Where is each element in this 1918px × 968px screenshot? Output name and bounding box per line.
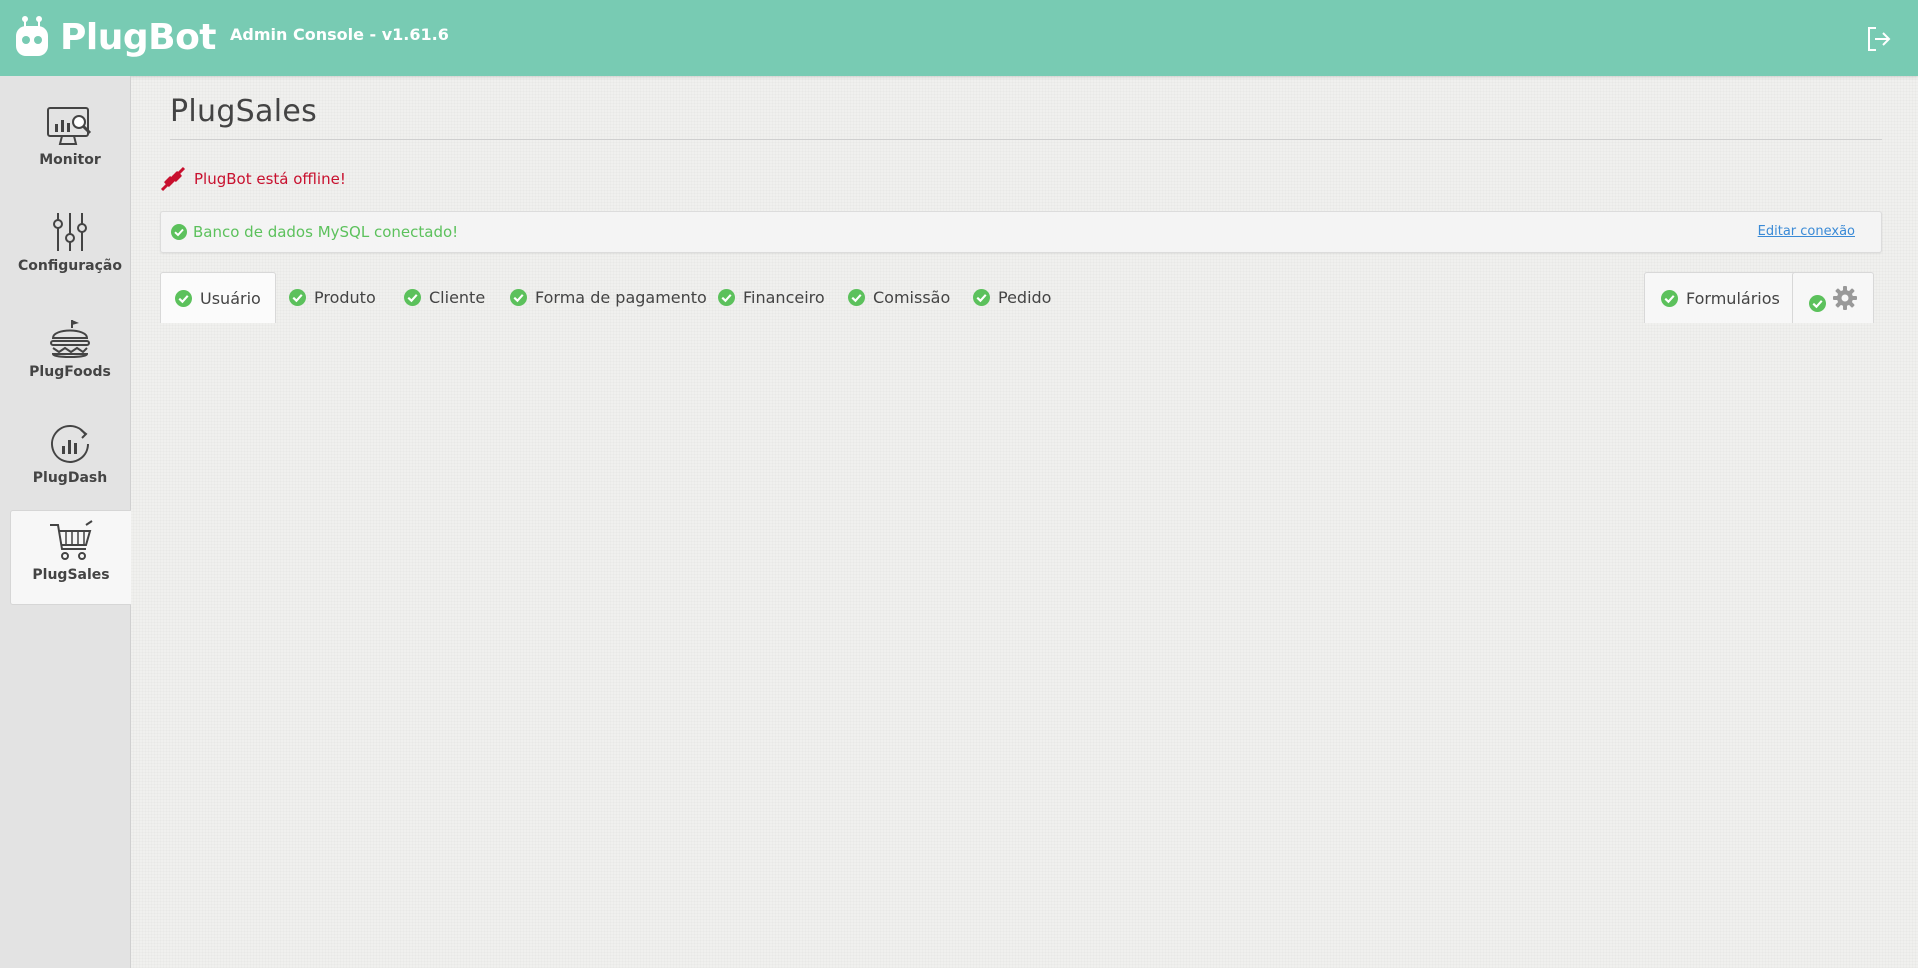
check-circle-icon — [510, 288, 527, 306]
sidebar-item-label: PlugSales — [32, 567, 110, 583]
tab-label: Formulários — [1686, 288, 1780, 308]
tab-cliente[interactable]: Cliente — [404, 272, 485, 322]
tab-label: Forma de pagamento — [535, 287, 707, 307]
sidebar-item-plugfoods[interactable]: PlugFoods — [10, 308, 130, 401]
gear-icon — [1833, 286, 1857, 310]
sidebar-item-monitor[interactable]: Monitor — [10, 96, 130, 189]
sidebar-item-plugdash[interactable]: PlugDash — [10, 414, 130, 507]
tab-formularios[interactable]: Formulários — [1644, 272, 1797, 323]
tab-label: Produto — [314, 287, 376, 307]
check-circle-icon — [175, 289, 192, 307]
monitor-icon — [47, 107, 92, 145]
check-circle-icon — [171, 224, 187, 240]
tab-forma-de-pagamento[interactable]: Forma de pagamento — [510, 272, 707, 322]
check-circle-icon — [973, 288, 990, 306]
logout-icon[interactable] — [1864, 24, 1894, 54]
check-circle-icon — [1809, 294, 1826, 312]
tab-pedido[interactable]: Pedido — [973, 272, 1051, 322]
check-circle-icon — [848, 288, 865, 306]
tab-label: Comissão — [873, 287, 951, 307]
tab-produto[interactable]: Produto — [289, 272, 376, 322]
tab-bar: Usuário Produto Cliente Forma de pagamen… — [160, 272, 1880, 324]
tab-usuario[interactable]: Usuário — [160, 272, 276, 323]
check-circle-icon — [404, 288, 421, 306]
db-status-text: Banco de dados MySQL conectado! — [193, 223, 459, 241]
tab-financeiro[interactable]: Financeiro — [718, 272, 825, 322]
burger-icon — [50, 320, 90, 358]
check-circle-icon — [718, 288, 735, 306]
tab-label: Pedido — [998, 287, 1052, 307]
edit-connection-link[interactable]: Editar conexão — [1758, 224, 1855, 239]
tab-label: Financeiro — [743, 287, 825, 307]
tab-settings[interactable] — [1792, 272, 1874, 323]
offline-message: PlugBot está offline! — [194, 170, 346, 188]
brand[interactable]: PlugBot — [14, 14, 217, 60]
page-title: PlugSales — [170, 94, 318, 129]
robot-logo-icon — [16, 16, 48, 56]
tab-comissao[interactable]: Comissão — [848, 272, 950, 322]
top-bar: PlugBot Admin Console - v1.61.6 — [0, 0, 1918, 76]
sidebar-item-label: Configuração — [18, 258, 122, 274]
disconnected-plug-icon — [160, 166, 186, 192]
title-divider — [170, 139, 1882, 140]
sidebar-item-configuracao[interactable]: Configuração — [10, 202, 130, 295]
main-content: PlugSales PlugBot está offline! Banco de… — [160, 76, 1882, 323]
tab-label: Usuário — [200, 288, 261, 308]
dashboard-icon — [51, 424, 89, 463]
check-circle-icon — [289, 288, 306, 306]
sidebar-item-label: PlugDash — [32, 470, 108, 486]
check-circle-icon — [1661, 289, 1678, 307]
console-title: Admin Console - v1.61.6 — [230, 25, 449, 44]
sidebar-item-plugsales[interactable]: PlugSales — [10, 510, 131, 605]
sidebar-item-label: Monitor — [39, 152, 101, 168]
db-status-panel: Banco de dados MySQL conectado! Editar c… — [160, 211, 1882, 253]
sidebar-item-label: PlugFoods — [29, 364, 111, 380]
cart-icon — [50, 520, 93, 560]
sliders-icon — [53, 213, 87, 251]
offline-alert: PlugBot está offline! — [160, 166, 346, 192]
tab-label: Cliente — [429, 287, 486, 307]
sidebar: Monitor Configuração PlugFoods PlugDash … — [0, 76, 131, 968]
brand-name: PlugBot — [60, 16, 217, 58]
